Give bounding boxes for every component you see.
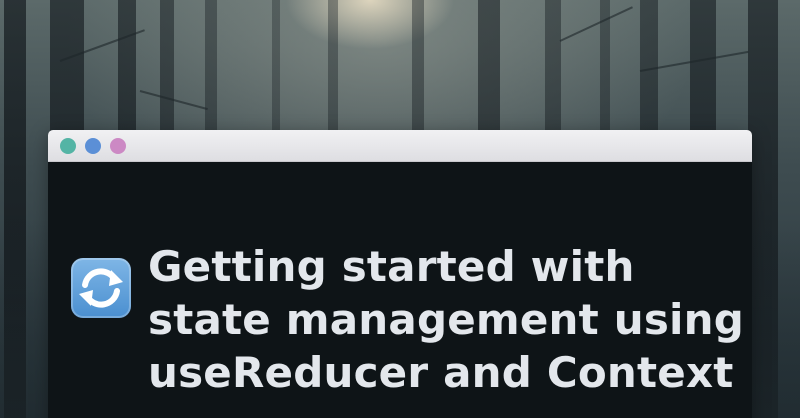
- close-button[interactable]: [60, 137, 76, 154]
- counterclockwise-arrows-icon: [71, 258, 131, 318]
- maximize-button[interactable]: [110, 137, 126, 154]
- window-titlebar: [48, 130, 752, 162]
- window-content: Getting started with state management us…: [48, 162, 752, 418]
- title-line-1: Getting started with: [148, 242, 635, 291]
- title-line-2: state management using: [148, 295, 745, 344]
- editor-window: Getting started with state management us…: [48, 130, 752, 418]
- title-line-3: useReducer and Context: [148, 348, 734, 397]
- article-title: Getting started with state management us…: [148, 240, 748, 399]
- minimize-button[interactable]: [85, 137, 101, 154]
